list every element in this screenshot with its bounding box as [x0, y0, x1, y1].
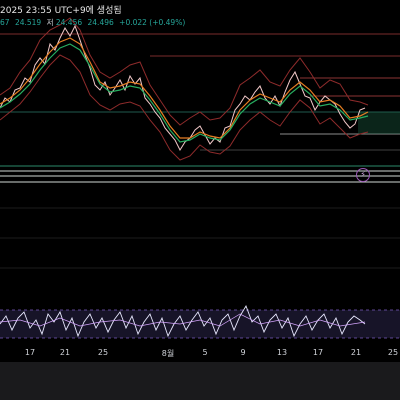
x-tick-label: 8월: [161, 349, 175, 358]
ohlc-prefix: 67: [0, 18, 10, 27]
x-tick-label: 17: [312, 348, 324, 357]
ohlc-close: 24.496: [87, 18, 114, 27]
zone-highlight: [358, 112, 400, 134]
ohlc-low: 24.456: [55, 18, 83, 27]
ohlc-low-label: 저: [46, 18, 54, 27]
x-tick-label: 9: [240, 348, 246, 357]
x-tick-label: 5: [202, 348, 208, 357]
ohlc-change: +0.022 (+0.49%): [119, 18, 186, 27]
lightning-icon[interactable]: ⚡: [356, 168, 370, 182]
x-tick-label: 13: [276, 348, 288, 357]
x-axis: 17 21 25 8월 5 9 13 17 21 25: [0, 348, 400, 362]
chart-header: 2025 23:55 UTC+9에 생성됨 67 24.519 저 24.456…: [0, 0, 400, 28]
x-tick-label: 25: [387, 348, 399, 357]
ohlc-high: 24.519: [14, 18, 42, 27]
x-tick-label: 21: [350, 348, 362, 357]
x-tick-label: 17: [24, 348, 36, 357]
chart-title: 2025 23:55 UTC+9에 생성됨: [0, 6, 122, 16]
rsi-band: [0, 310, 400, 338]
price-chart[interactable]: [0, 0, 400, 400]
ohlc-readout: 67 24.519 저 24.456 24.496 +0.022 (+0.49%…: [0, 17, 188, 28]
price-line: [0, 24, 366, 152]
bottom-toolbar: [0, 362, 400, 400]
x-tick-label: 25: [97, 348, 109, 357]
x-tick-label: 21: [59, 348, 71, 357]
